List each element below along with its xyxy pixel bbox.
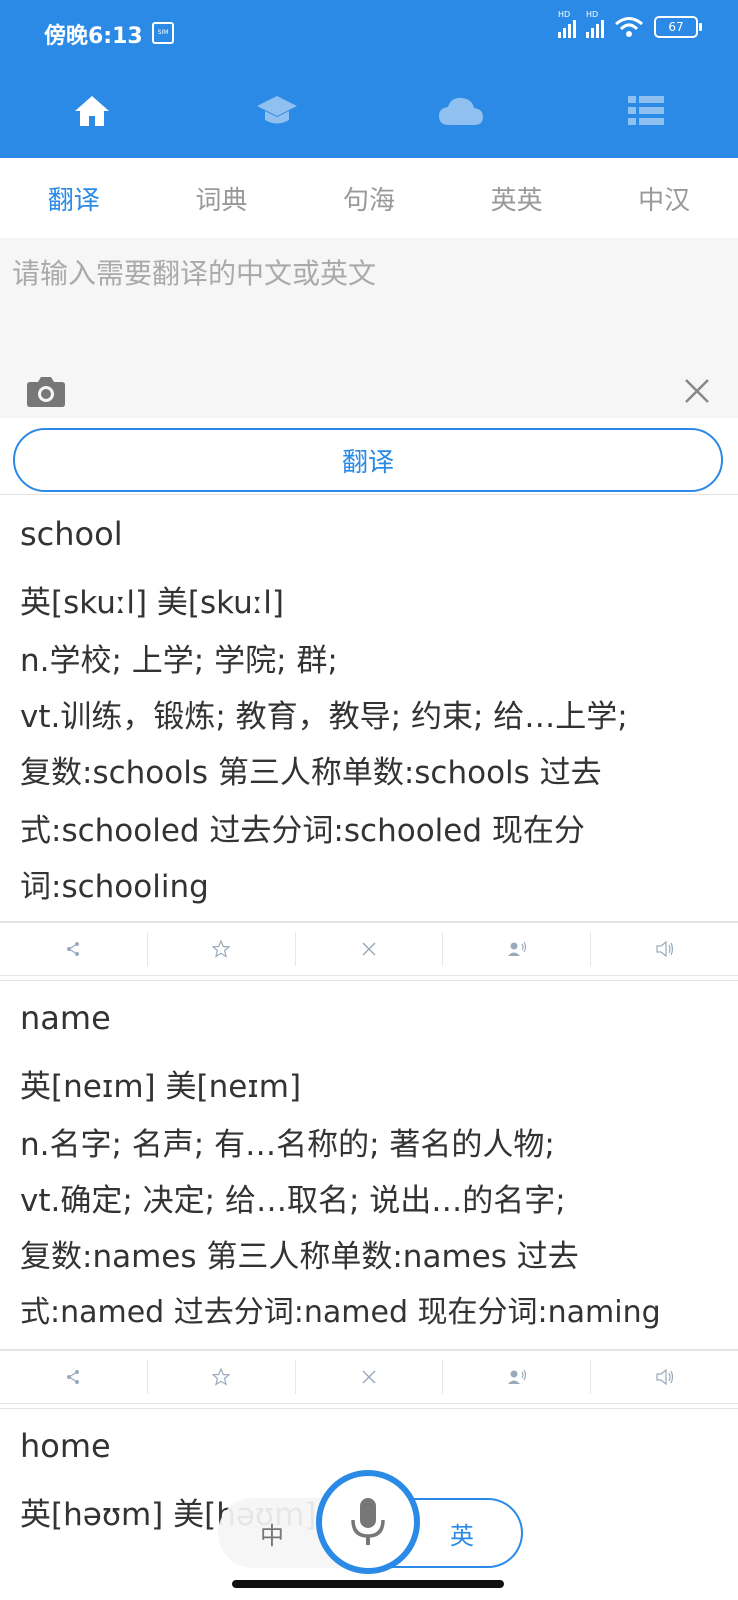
nav-learn[interactable] [185,64,370,158]
microphone-icon [351,1498,385,1545]
microphone-button[interactable] [316,1470,420,1574]
top-bar: 傍晚6:13 SIM HD HD 67 [0,0,738,158]
close-icon [362,1370,376,1384]
result-card-name: name 英[neɪm] 美[neɪm] n.名字; 名声; 有…名称的; 著名… [0,980,738,1350]
hd-label-2: HD [586,10,599,19]
result-actions-name [0,1350,738,1404]
result-line: 英[neɪm] 美[neɪm] [20,1069,302,1105]
status-time: 傍晚6:13 [44,24,143,49]
share-button[interactable] [0,1360,148,1394]
nav-home[interactable] [0,64,185,158]
translate-input[interactable]: 请输入需要翻译的中文或英文 [0,238,738,418]
list-icon [627,96,664,125]
translate-button[interactable]: 翻译 [13,428,723,492]
nav-list[interactable] [554,64,738,158]
share-button[interactable] [0,932,148,966]
result-word: name [20,999,111,1037]
tab-translate[interactable]: 翻译 [0,158,148,238]
hd-label: HD [558,10,571,19]
speak-person-button[interactable] [443,932,592,966]
cloud-icon [439,97,484,125]
graduation-cap-icon [256,96,297,124]
tab-chinese[interactable]: 中汉 [590,158,738,238]
sim-icon: SIM [152,22,174,44]
star-icon [212,940,231,958]
speak-person-button[interactable] [443,1360,592,1394]
share-icon [67,1370,80,1384]
result-word: home [20,1427,111,1465]
favorite-button[interactable] [148,1360,296,1394]
wifi-icon [615,17,643,37]
result-line: vt.训练，锻炼; 教育，教导; 约束; 给…上学; [20,699,628,735]
delete-button[interactable] [296,1360,444,1394]
voice-english-button[interactable]: 英 [450,1516,474,1551]
pronounce-button[interactable] [591,932,738,966]
delete-button[interactable] [296,932,444,966]
speaking-person-icon [507,941,526,956]
result-line: 式:named 过去分词:named 现在分词:naming [20,1295,661,1330]
nav-cloud[interactable] [369,64,554,158]
main-nav [0,64,738,158]
battery-icon: 67 [654,16,702,38]
result-actions-school [0,922,738,976]
result-line: 复数:names 第三人称单数:names 过去 [20,1239,579,1275]
camera-icon[interactable] [26,374,66,408]
share-icon [67,942,80,956]
tab-sentences[interactable]: 句海 [295,158,443,238]
status-right: HD HD 67 [558,10,702,38]
input-placeholder: 请输入需要翻译的中文或英文 [12,257,377,290]
result-card-school: school 英[skuːl] 美[skuːl] n.学校; 上学; 学院; 群… [0,494,738,922]
result-line: n.学校; 上学; 学院; 群; [20,643,338,679]
pronounce-button[interactable] [591,1360,738,1394]
speaking-person-icon [507,1369,526,1384]
result-word: school [20,515,123,553]
status-bar: 傍晚6:13 SIM HD HD 67 [0,0,738,64]
favorite-button[interactable] [148,932,296,966]
tab-english-english[interactable]: 英英 [443,158,591,238]
signal-icon-2: HD [586,10,604,38]
sub-tabs: 翻译 词典 句海 英英 中汉 [0,158,738,238]
home-icon [75,96,110,126]
speaker-icon [655,1369,673,1385]
voice-input-bar: 中 英 [218,1470,523,1574]
voice-chinese-button[interactable]: 中 [260,1516,284,1551]
result-line: n.名字; 名声; 有…名称的; 著名的人物; [20,1127,555,1163]
close-icon [362,942,376,956]
speaker-icon [655,941,673,957]
close-icon[interactable] [684,378,710,404]
result-line: 词:schooling [20,869,209,905]
tab-dictionary[interactable]: 词典 [148,158,296,238]
result-line: vt.确定; 决定; 给…取名; 说出…的名字; [20,1183,566,1219]
star-icon [212,1368,231,1386]
result-line: 英[skuːl] 美[skuːl] [20,585,284,621]
signal-icon: HD [558,10,576,38]
result-line: 式:schooled 过去分词:schooled 现在分 [20,813,585,849]
result-line: 复数:schools 第三人称单数:schools 过去 [20,755,602,791]
home-indicator[interactable] [232,1580,504,1588]
